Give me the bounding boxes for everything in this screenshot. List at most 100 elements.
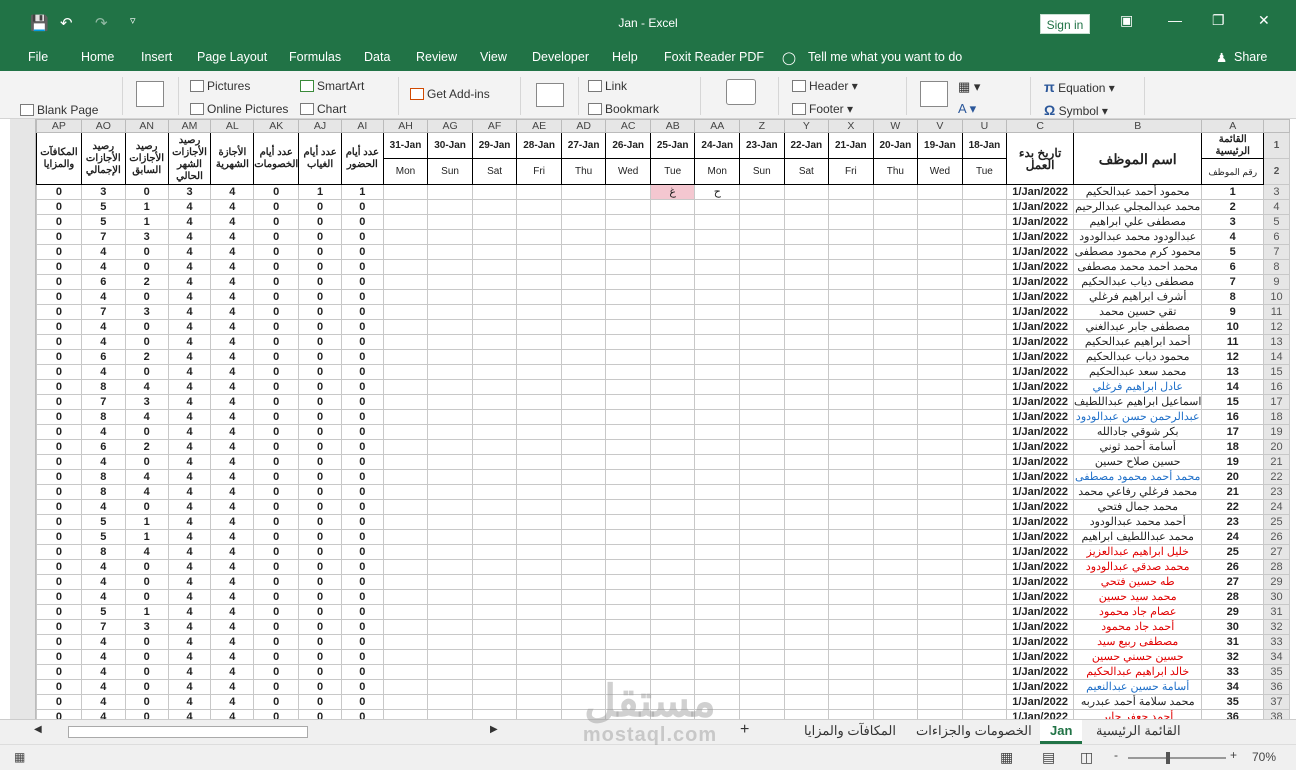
value-cell[interactable]: 4	[210, 484, 255, 500]
attendance-cell[interactable]	[872, 319, 919, 335]
value-cell[interactable]: 4	[80, 244, 126, 260]
employee-name-cell[interactable]: مصطفى ربيع سيد	[1073, 634, 1203, 650]
attendance-cell[interactable]	[427, 499, 473, 515]
row-number[interactable]: 4	[1262, 199, 1290, 215]
attendance-cell[interactable]	[471, 304, 518, 320]
tab-formulas[interactable]: Formulas	[289, 50, 341, 64]
value-cell[interactable]: 0	[36, 649, 82, 665]
attendance-cell[interactable]	[783, 379, 830, 395]
attendance-cell[interactable]	[382, 469, 429, 485]
attendance-cell[interactable]	[427, 424, 473, 440]
bookmark-button[interactable]: Bookmark	[588, 102, 659, 116]
attendance-cell[interactable]	[961, 469, 1008, 485]
attendance-cell[interactable]	[382, 184, 429, 200]
attendance-cell[interactable]	[649, 394, 696, 410]
attendance-cell[interactable]	[471, 394, 518, 410]
column-header[interactable]: AP	[36, 119, 82, 133]
attendance-cell[interactable]	[961, 409, 1008, 425]
attendance-cell[interactable]	[783, 604, 830, 620]
horizontal-scrollbar[interactable]	[68, 726, 308, 738]
value-cell[interactable]: 4	[80, 424, 126, 440]
zoom-slider[interactable]	[1128, 752, 1226, 764]
attendance-cell[interactable]	[828, 274, 874, 290]
value-cell[interactable]: 4	[167, 529, 212, 545]
row-number[interactable]: 1	[1262, 132, 1290, 159]
attendance-cell[interactable]	[471, 454, 518, 470]
attendance-cell[interactable]	[516, 439, 562, 455]
value-cell[interactable]: 4	[210, 709, 255, 719]
attendance-cell[interactable]	[739, 604, 785, 620]
equation-button[interactable]: π Equation ▾	[1044, 79, 1115, 95]
attendance-cell[interactable]	[605, 634, 651, 650]
column-header[interactable]: U	[961, 119, 1008, 133]
attendance-cell[interactable]	[783, 184, 830, 200]
employee-name-cell[interactable]: خليل ابراهيم عبدالعزيز	[1073, 544, 1203, 560]
value-cell[interactable]: 4	[210, 574, 255, 590]
attendance-cell[interactable]	[872, 559, 919, 575]
attendance-cell[interactable]	[605, 409, 651, 425]
start-date-cell[interactable]: 1/Jan/2022	[1006, 649, 1075, 665]
column-header[interactable]: AE	[516, 119, 562, 133]
value-cell[interactable]: 4	[167, 484, 212, 500]
attendance-cell[interactable]	[649, 604, 696, 620]
attendance-cell[interactable]	[649, 334, 696, 350]
attendance-cell[interactable]	[694, 349, 741, 365]
attendance-cell[interactable]	[605, 394, 651, 410]
blank-page-button[interactable]: Blank Page	[20, 103, 98, 117]
attendance-cell[interactable]	[739, 199, 785, 215]
attendance-cell[interactable]	[828, 469, 874, 485]
value-cell[interactable]: 0	[340, 454, 384, 470]
employee-number-cell[interactable]: 3	[1201, 214, 1264, 230]
attendance-cell[interactable]	[605, 319, 651, 335]
value-cell[interactable]: 0	[298, 199, 342, 215]
attendance-cell[interactable]	[560, 529, 607, 545]
attendance-cell[interactable]	[471, 619, 518, 635]
attendance-cell[interactable]	[516, 214, 562, 230]
attendance-cell[interactable]	[382, 709, 429, 719]
attendance-cell[interactable]	[605, 454, 651, 470]
attendance-cell[interactable]	[605, 274, 651, 290]
attendance-cell[interactable]	[560, 424, 607, 440]
attendance-cell[interactable]	[694, 364, 741, 380]
attendance-cell[interactable]	[694, 244, 741, 260]
value-cell[interactable]: 0	[298, 544, 342, 560]
value-cell[interactable]: 0	[36, 604, 82, 620]
employee-number-cell[interactable]: 17	[1201, 424, 1264, 440]
value-cell[interactable]: 4	[210, 619, 255, 635]
scroll-left-icon[interactable]: ◀	[34, 724, 42, 735]
value-cell[interactable]: 4	[167, 409, 212, 425]
attendance-cell[interactable]	[471, 364, 518, 380]
attendance-cell[interactable]	[828, 679, 874, 695]
attendance-cell[interactable]	[739, 544, 785, 560]
value-cell[interactable]: 0	[253, 679, 300, 695]
value-cell[interactable]: 4	[210, 274, 255, 290]
employee-number-cell[interactable]: 18	[1201, 439, 1264, 455]
value-cell[interactable]: 4	[167, 514, 212, 530]
attendance-cell[interactable]	[739, 394, 785, 410]
employee-name-cell[interactable]: حسين حسني حسين	[1073, 649, 1203, 665]
value-cell[interactable]: 0	[340, 649, 384, 665]
row-number[interactable]: 23	[1262, 484, 1290, 500]
attendance-cell[interactable]	[739, 259, 785, 275]
value-cell[interactable]: 4	[167, 664, 212, 680]
attendance-cell[interactable]	[427, 349, 473, 365]
attendance-cell[interactable]	[783, 349, 830, 365]
attendance-cell[interactable]	[649, 289, 696, 305]
attendance-cell[interactable]	[694, 229, 741, 245]
column-header[interactable]: AI	[340, 119, 384, 133]
value-cell[interactable]: 4	[210, 544, 255, 560]
tab-home[interactable]: Home	[81, 50, 114, 64]
attendance-cell[interactable]	[917, 454, 963, 470]
attendance-cell[interactable]	[560, 334, 607, 350]
page-layout-view-icon[interactable]: ▤	[1042, 749, 1055, 766]
attendance-cell[interactable]	[872, 274, 919, 290]
value-cell[interactable]: 0	[253, 634, 300, 650]
attendance-cell[interactable]	[516, 529, 562, 545]
value-cell[interactable]: 6	[80, 349, 126, 365]
attendance-cell[interactable]	[872, 589, 919, 605]
attendance-cell[interactable]	[605, 574, 651, 590]
value-cell[interactable]: 0	[124, 319, 169, 335]
value-cell[interactable]: 4	[210, 454, 255, 470]
attendance-cell[interactable]	[382, 364, 429, 380]
employee-name-cell[interactable]: تقي حسين محمد	[1073, 304, 1203, 320]
